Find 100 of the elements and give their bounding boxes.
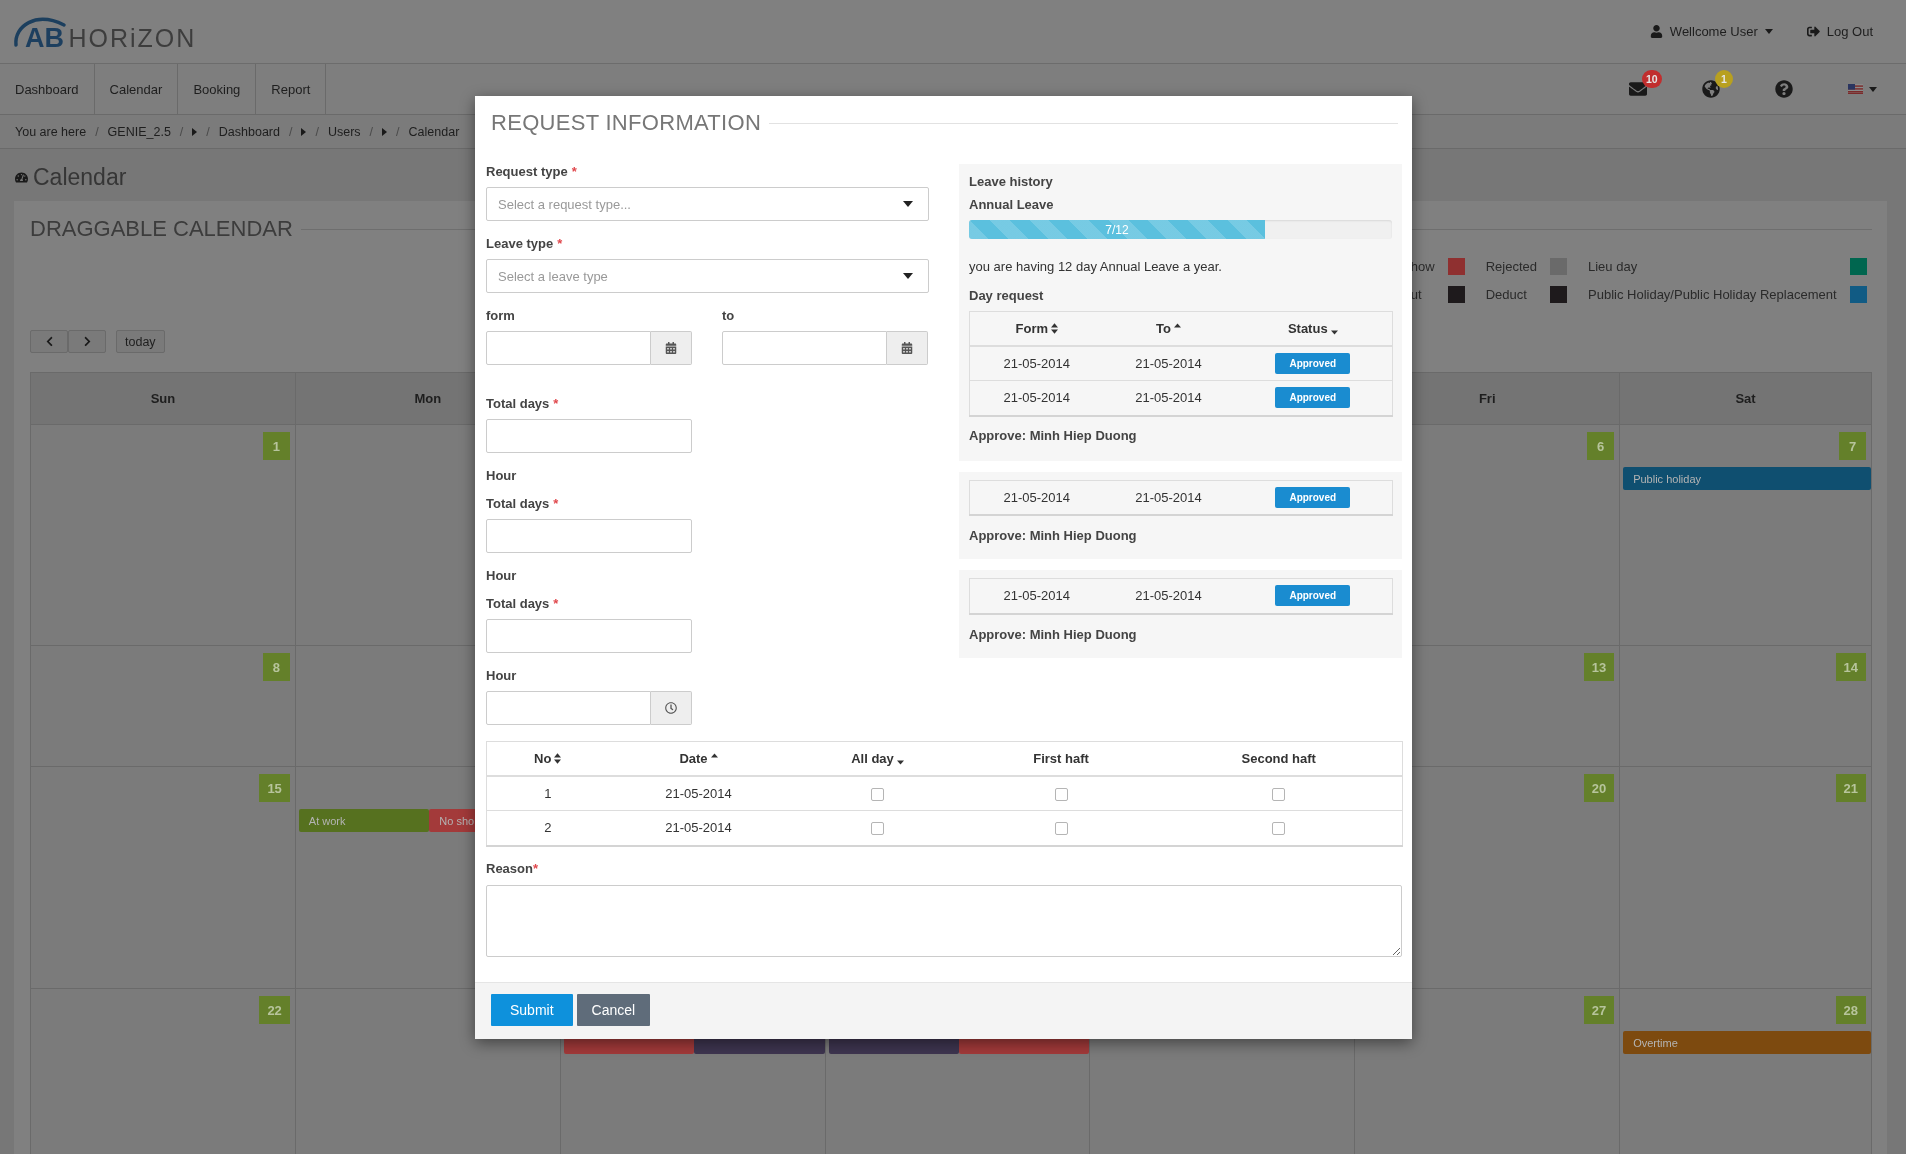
day-number[interactable]: 6	[1587, 432, 1615, 460]
checkbox[interactable]	[1054, 787, 1068, 801]
logout-link[interactable]: Log Out	[1806, 24, 1873, 39]
sort-down-icon	[1330, 329, 1338, 335]
breadcrumb-link[interactable]: Calendar	[408, 124, 460, 139]
breadcrumb-separator: /	[179, 124, 184, 139]
field-label: Hour	[486, 468, 518, 484]
mail-button[interactable]	[1629, 80, 1647, 98]
panel-title: DRAGGABLE CALENDAR	[30, 216, 293, 242]
legend-label: Lieu day	[1588, 258, 1638, 274]
day-number[interactable]: 7	[1839, 432, 1866, 460]
envelope-icon	[1629, 80, 1647, 98]
total-days-field[interactable]	[486, 619, 692, 653]
breadcrumb-link[interactable]: Dashboard	[218, 124, 280, 139]
day-number[interactable]: 22	[259, 996, 290, 1024]
previous-button[interactable]	[30, 330, 68, 353]
language-button[interactable]	[1848, 84, 1877, 94]
date-picker-button[interactable]	[651, 331, 692, 365]
sort-up-icon	[1173, 322, 1181, 328]
breadcrumb-separator: /	[95, 124, 99, 139]
user-menu-button[interactable]: Wellcome User	[1649, 24, 1773, 39]
logout-icon	[1806, 25, 1820, 38]
table-cell: 21-05-2014	[969, 480, 1104, 515]
table-cell: 21-05-2014	[1103, 480, 1234, 515]
select-field[interactable]: Select a request type...	[486, 187, 929, 221]
date-field[interactable]	[722, 331, 887, 365]
field-label: Total days *	[486, 396, 560, 412]
sort-up-icon	[710, 752, 718, 758]
caret-icon	[301, 127, 307, 136]
column-header[interactable]: Status	[1233, 311, 1393, 346]
legend-label: Rejected	[1485, 258, 1537, 274]
nav-tab[interactable]: Calendar	[94, 64, 179, 114]
column-header[interactable]: No	[486, 741, 609, 776]
select-field[interactable]: Select a leave type	[486, 259, 929, 293]
breadcrumb-separator: /	[396, 124, 400, 139]
caret-icon	[192, 127, 198, 136]
legend-label: Deduct	[1485, 286, 1527, 302]
nav-tab[interactable]: Booking	[178, 64, 257, 114]
notification-badge: 1	[1715, 70, 1733, 88]
chevron-left-icon	[44, 336, 54, 347]
event-bar[interactable]: At work	[298, 809, 430, 832]
status-badge: Approved	[1275, 387, 1351, 409]
breadcrumb-label: You are here	[15, 124, 87, 139]
table-cell: 21-05-2014	[969, 578, 1104, 614]
day-number[interactable]: 28	[1835, 996, 1866, 1024]
date-field[interactable]	[486, 331, 651, 365]
flag-icon	[1848, 84, 1863, 94]
checkbox[interactable]	[871, 787, 884, 801]
day-number[interactable]: 21	[1835, 774, 1866, 802]
breadcrumb-separator: /	[288, 124, 293, 139]
cancel-button[interactable]: Cancel	[576, 993, 651, 1026]
column-header[interactable]: All day	[788, 741, 967, 776]
table-cell: 21-05-2014	[1103, 578, 1234, 614]
day-number[interactable]: 14	[1835, 653, 1866, 681]
day-number[interactable]: 27	[1583, 996, 1615, 1024]
time-field[interactable]	[486, 691, 651, 725]
time-picker-button[interactable]	[651, 691, 692, 725]
section-title: Leave history	[969, 174, 1054, 190]
date-picker-button[interactable]	[887, 331, 928, 365]
checkbox[interactable]	[1272, 822, 1286, 836]
checkbox[interactable]	[1272, 787, 1286, 801]
field-label: Reason*	[486, 860, 540, 877]
breadcrumb-link[interactable]: Users	[327, 124, 361, 139]
day-number[interactable]: 1	[262, 432, 290, 460]
status-badge: Approved	[1275, 585, 1351, 607]
next-button[interactable]	[68, 330, 106, 353]
page-title: Calendar	[33, 163, 127, 191]
total-days-field[interactable]	[486, 519, 692, 553]
reason-field[interactable]	[486, 884, 1402, 957]
checkbox[interactable]	[1054, 822, 1068, 836]
section-title: Day request	[969, 288, 1045, 304]
day-number[interactable]: 8	[262, 653, 290, 681]
help-icon	[1775, 80, 1793, 98]
event-bar[interactable]: Overtime	[1623, 1031, 1871, 1054]
globe-icon	[1702, 80, 1720, 98]
day-number[interactable]: 15	[259, 774, 290, 802]
column-header[interactable]: Form	[969, 311, 1104, 346]
day-number[interactable]: 13	[1583, 653, 1615, 681]
legend-label: how	[1410, 258, 1435, 274]
help-button[interactable]	[1775, 80, 1793, 98]
event-bar[interactable]: Public holiday	[1623, 467, 1871, 490]
globe-button[interactable]	[1702, 80, 1720, 98]
total-days-field[interactable]	[486, 419, 692, 453]
column-header[interactable]: To	[1103, 311, 1234, 346]
column-header[interactable]: Date	[608, 741, 789, 776]
caret-icon	[1869, 86, 1877, 92]
nav-tab[interactable]: Dashboard	[0, 64, 95, 114]
submit-button[interactable]: Submit	[491, 993, 573, 1026]
field-label: Total days *	[486, 496, 560, 512]
table-cell: 21-05-2014	[1103, 380, 1234, 416]
field-label: to	[722, 308, 736, 324]
checkbox[interactable]	[871, 822, 884, 836]
column-header: Second haft	[1155, 741, 1403, 776]
weekday-header: Sat	[1735, 391, 1756, 406]
breadcrumb-link[interactable]: GENIE_2.5	[107, 124, 171, 139]
today-button[interactable]: today	[116, 330, 165, 353]
nav-tab[interactable]: Report	[256, 64, 327, 114]
table-cell: 21-05-2014	[608, 775, 789, 811]
approver-label: Approve: Minh Hiep Duong	[969, 528, 1138, 544]
day-number[interactable]: 20	[1583, 774, 1615, 802]
